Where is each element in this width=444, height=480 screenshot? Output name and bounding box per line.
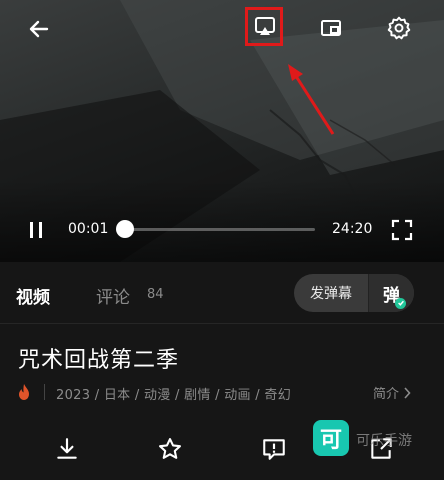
comment-count: 84 xyxy=(147,287,164,302)
star-icon xyxy=(159,438,181,459)
arrow-left-icon xyxy=(29,20,49,38)
picture-in-picture-icon xyxy=(321,20,341,36)
watermark-badge: 可 xyxy=(313,420,349,456)
chevron-right-icon xyxy=(404,386,411,399)
report-icon xyxy=(263,439,285,460)
download-icon xyxy=(57,438,77,459)
danmaku-icon: 弹 xyxy=(383,281,406,309)
video-frame xyxy=(0,0,444,262)
pause-icon xyxy=(30,222,42,238)
fullscreen-icon xyxy=(391,219,413,241)
progress-bar[interactable] xyxy=(125,228,315,231)
flame-icon xyxy=(19,384,29,400)
total-time: 24:20 xyxy=(332,221,373,237)
pause-button[interactable] xyxy=(22,216,50,244)
intro-link[interactable]: 简介 xyxy=(373,383,411,402)
gear-icon xyxy=(387,16,411,40)
report-button[interactable] xyxy=(259,434,289,464)
watermark-text: 可乐手游 xyxy=(356,433,412,449)
send-danmaku-label: 发弹幕 xyxy=(310,286,352,302)
fullscreen-button[interactable] xyxy=(388,216,416,244)
download-button[interactable] xyxy=(52,434,82,464)
check-icon xyxy=(395,297,406,309)
show-title: 咒术回战第二季 xyxy=(18,348,180,373)
tabs-row: 视频 评论 84 发弹幕 弹 xyxy=(0,262,444,324)
pip-button[interactable] xyxy=(314,11,348,45)
progress-thumb[interactable] xyxy=(116,220,134,238)
intro-label: 简介 xyxy=(373,387,400,402)
danmaku-controls: 发弹幕 弹 xyxy=(294,274,414,312)
tab-comments[interactable]: 评论 xyxy=(96,283,130,308)
danmaku-toggle[interactable]: 弹 xyxy=(369,274,414,312)
back-button[interactable] xyxy=(22,12,56,46)
favorite-button[interactable] xyxy=(155,434,185,464)
tab-video[interactable]: 视频 xyxy=(16,283,50,308)
current-time: 00:01 xyxy=(68,221,109,237)
send-danmaku-button[interactable]: 发弹幕 xyxy=(294,274,368,312)
show-meta: 2023 / 日本 / 动漫 / 剧情 / 动画 / 奇幻 xyxy=(56,388,292,403)
settings-button[interactable] xyxy=(381,10,417,46)
divider xyxy=(44,384,45,400)
video-player[interactable]: 00:01 24:20 xyxy=(0,0,444,262)
highlight-box xyxy=(245,7,283,46)
